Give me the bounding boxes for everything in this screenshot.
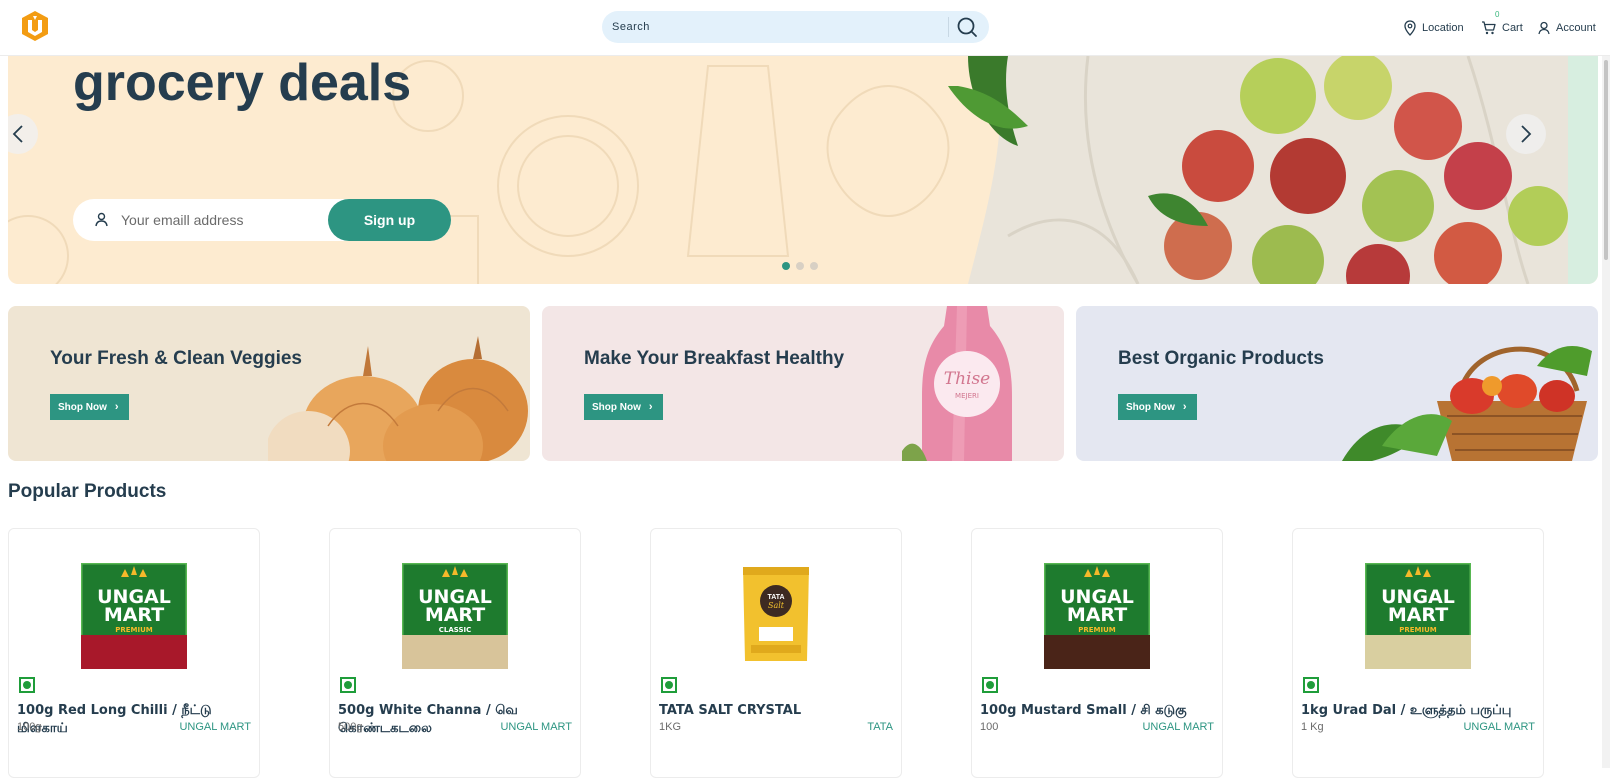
product-image: UNGAL MART PREMIUM — [1365, 563, 1471, 669]
next-slide-button[interactable] — [1506, 114, 1546, 154]
vegetable-basket-image — [1342, 346, 1592, 461]
search-bar — [602, 11, 989, 43]
page-scrollbar[interactable] — [1602, 56, 1610, 768]
veg-indicator-icon — [340, 677, 356, 693]
newsletter-form: Sign up — [73, 199, 451, 241]
cart-icon — [1482, 21, 1496, 35]
account-link[interactable]: Account — [1538, 18, 1596, 38]
search-divider — [948, 17, 949, 37]
slider-dot[interactable] — [782, 262, 790, 270]
banner-title: Make Your Breakfast Healthy — [584, 348, 845, 369]
product-card[interactable]: TATA Salt TATA SALT CRYSTAL 1KG TATA — [650, 528, 902, 778]
promo-banner-breakfast[interactable]: Thise MEJERI Make Your Breakfast Healthy… — [542, 306, 1064, 461]
promo-banner-veggies[interactable]: Your Fresh & Clean Veggies Shop Now › — [8, 306, 530, 461]
shop-now-label: Shop Now — [58, 401, 107, 413]
product-image: TATA Salt — [743, 567, 809, 661]
veg-indicator-icon — [982, 677, 998, 693]
shop-now-button[interactable]: Shop Now › — [584, 394, 663, 420]
store-logo-icon[interactable] — [20, 10, 50, 42]
shop-now-button[interactable]: Shop Now › — [50, 394, 129, 420]
product-card[interactable]: UNGAL MART CLASSIC 500g White Channa / வ… — [329, 528, 581, 778]
slider-dots — [782, 262, 818, 270]
product-brand[interactable]: TATA — [867, 721, 893, 733]
slider-dot[interactable] — [796, 262, 804, 270]
product-name[interactable]: 1kg Urad Dal / உளுத்தம் பருப்பு — [1301, 702, 1537, 720]
product-quantity: 1 Kg — [1301, 721, 1324, 733]
svg-text:MART: MART — [1388, 604, 1448, 626]
search-icon[interactable] — [954, 15, 980, 39]
veg-indicator-icon — [1303, 677, 1319, 693]
product-card[interactable]: UNGAL MART PREMIUM 1kg Urad Dal / உளுத்த… — [1292, 528, 1544, 778]
chevron-right-icon: › — [114, 401, 119, 413]
banner-title: Your Fresh & Clean Veggies — [50, 348, 303, 369]
user-icon — [1538, 21, 1550, 35]
chevron-right-icon — [1521, 125, 1532, 143]
hero-title: grocery deals — [73, 56, 412, 112]
product-card[interactable]: UNGAL MART PREMIUM 100g Red Long Chilli … — [8, 528, 260, 778]
svg-text:Salt: Salt — [768, 601, 785, 610]
svg-text:PREMIUM: PREMIUM — [1078, 626, 1116, 634]
svg-text:Thise: Thise — [944, 369, 991, 389]
product-brand[interactable]: UNGAL MART — [179, 721, 251, 733]
section-title: Popular Products — [8, 481, 167, 502]
product-image: UNGAL MART PREMIUM — [1044, 563, 1150, 669]
chevron-right-icon: › — [1182, 401, 1187, 413]
svg-text:MART: MART — [1067, 604, 1127, 626]
signup-button[interactable]: Sign up — [328, 199, 451, 241]
slider-dot[interactable] — [810, 262, 818, 270]
svg-text:TATA: TATA — [767, 594, 784, 601]
product-brand[interactable]: UNGAL MART — [1142, 721, 1214, 733]
svg-text:MART: MART — [104, 604, 164, 626]
shop-now-label: Shop Now — [592, 401, 641, 413]
user-icon — [95, 212, 108, 227]
product-brand[interactable]: UNGAL MART — [500, 721, 572, 733]
svg-text:MART: MART — [425, 604, 485, 626]
banner-title: Best Organic Products — [1118, 348, 1324, 369]
hero-slider: grocery deals Sign up — [8, 56, 1598, 284]
product-quantity: 1KG — [659, 721, 682, 733]
product-name[interactable]: 100g Mustard Small / சி கடுகு — [980, 702, 1216, 720]
svg-text:MEJERI: MEJERI — [955, 392, 979, 400]
onion-image — [268, 336, 528, 461]
svg-text:PREMIUM: PREMIUM — [1399, 626, 1437, 634]
shop-now-button[interactable]: Shop Now › — [1118, 394, 1197, 420]
chevron-right-icon: › — [648, 401, 653, 413]
milk-bottle-image: Thise MEJERI — [902, 306, 1012, 461]
location-pin-icon — [1404, 20, 1416, 36]
scrollbar-thumb[interactable] — [1604, 60, 1608, 260]
promo-banner-organic[interactable]: Best Organic Products Shop Now › — [1076, 306, 1598, 461]
cart-count-badge: 0 — [1495, 10, 1500, 19]
product-quantity: 500g — [338, 721, 363, 733]
location-link[interactable]: Location — [1404, 18, 1464, 38]
product-name[interactable]: TATA SALT CRYSTAL — [659, 702, 895, 720]
veg-indicator-icon — [19, 677, 35, 693]
account-label: Account — [1556, 22, 1596, 34]
product-card[interactable]: UNGAL MART PREMIUM 100g Mustard Small / … — [971, 528, 1223, 778]
veg-indicator-icon — [661, 677, 677, 693]
email-input[interactable] — [121, 210, 321, 230]
chevron-left-icon — [12, 125, 23, 143]
shop-now-label: Shop Now — [1126, 401, 1175, 413]
product-image: UNGAL MART PREMIUM — [81, 563, 187, 669]
svg-text:PREMIUM: PREMIUM — [115, 626, 153, 634]
product-brand[interactable]: UNGAL MART — [1463, 721, 1535, 733]
svg-text:CLASSIC: CLASSIC — [439, 626, 472, 634]
site-header: Location 0 Cart Account — [0, 0, 1610, 56]
cart-label: Cart — [1502, 22, 1523, 34]
search-input[interactable] — [612, 17, 942, 37]
cart-link[interactable]: 0 Cart — [1481, 10, 1523, 38]
location-label: Location — [1422, 22, 1464, 34]
product-quantity: 100 — [980, 721, 999, 733]
next-slide-peek — [1568, 56, 1598, 284]
product-quantity: 100g — [17, 721, 42, 733]
product-image: UNGAL MART CLASSIC — [402, 563, 508, 669]
